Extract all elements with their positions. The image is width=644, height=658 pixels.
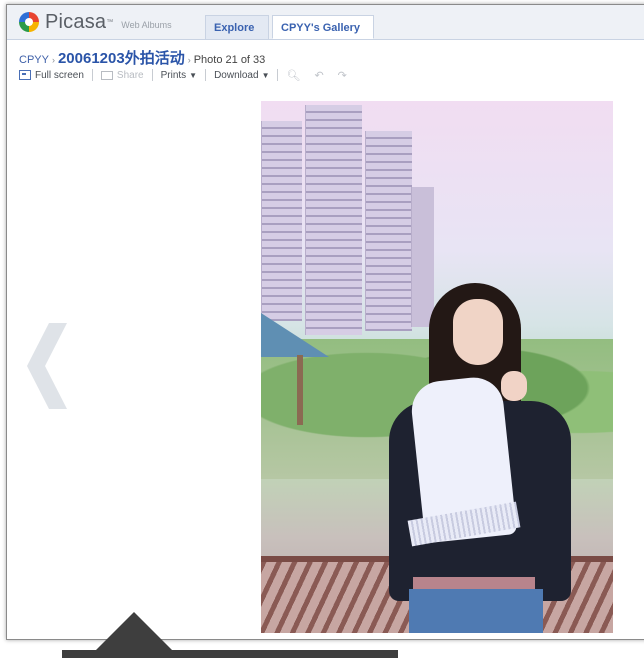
breadcrumb-separator: › [51, 55, 55, 65]
full-screen-label: Full screen [35, 69, 84, 81]
toolbar-divider [277, 69, 279, 81]
download-label: Download [214, 69, 259, 81]
person-face [453, 299, 503, 365]
share-button[interactable]: Share [100, 69, 144, 81]
photo-toolbar: Full screen Share Prints ▼ Download ▼ 🔍︎… [19, 67, 347, 83]
share-label: Share [116, 69, 144, 81]
pavilion-roof [261, 313, 329, 357]
building [261, 121, 302, 321]
logo-subtitle: Web Albums [121, 20, 172, 30]
zoom-button[interactable]: 🔍︎ [286, 69, 300, 82]
chevron-down-icon: ▼ [189, 70, 198, 80]
chevron-left-icon [27, 323, 67, 409]
tab-gallery[interactable]: CPYY's Gallery [272, 15, 374, 39]
rotate-right-icon: ↷ [337, 69, 347, 82]
top-bar: Picasa ™ Web Albums Explore CPYY's Galler… [7, 5, 644, 40]
breadcrumb-user[interactable]: CPYY [19, 54, 49, 66]
envelope-icon [100, 70, 113, 80]
tab-explore[interactable]: Explore [205, 15, 269, 39]
person-belt [413, 577, 535, 589]
rotate-left-button[interactable]: ↶ [314, 69, 323, 82]
pavilion-post [297, 355, 303, 425]
building [305, 105, 362, 335]
breadcrumb: CPYY › 20061203外拍活动 › Photo 21 of 33 [19, 47, 265, 68]
picasa-pinwheel-icon [19, 12, 39, 32]
download-menu-button[interactable]: Download ▼ [214, 70, 269, 81]
prints-menu-button[interactable]: Prints ▼ [161, 70, 197, 81]
building [411, 187, 434, 327]
toolbar-divider [205, 69, 207, 81]
breadcrumb-album[interactable]: 20061203外拍活动 [58, 50, 185, 67]
logo-tm: ™ [106, 18, 114, 26]
logo-text: Picasa [45, 10, 107, 33]
browser-frame: Picasa ™ Web Albums Explore CPYY's Galler… [6, 4, 644, 640]
previous-photo-button[interactable] [27, 323, 69, 409]
rotate-right-button[interactable]: ↷ [338, 69, 347, 82]
full-screen-button[interactable]: Full screen [19, 70, 84, 81]
person-jeans [409, 589, 543, 633]
picasa-logo[interactable]: Picasa ™ Web Albums [19, 11, 172, 33]
fullscreen-icon [19, 70, 31, 80]
photo-viewer-image[interactable] [261, 101, 613, 633]
chevron-down-icon: ▼ [261, 70, 270, 80]
callout-bar [62, 650, 398, 658]
rotate-left-icon: ↶ [314, 69, 324, 82]
toolbar-divider [91, 69, 93, 81]
person-hand [501, 371, 527, 401]
breadcrumb-separator: › [187, 55, 191, 65]
magnifier-icon: 🔍︎ [286, 69, 301, 82]
building [365, 131, 412, 331]
toolbar-divider [151, 69, 153, 81]
photo-position: Photo 21 of 33 [193, 54, 266, 66]
callout-pointer [94, 612, 174, 652]
prints-label: Prints [160, 69, 187, 81]
